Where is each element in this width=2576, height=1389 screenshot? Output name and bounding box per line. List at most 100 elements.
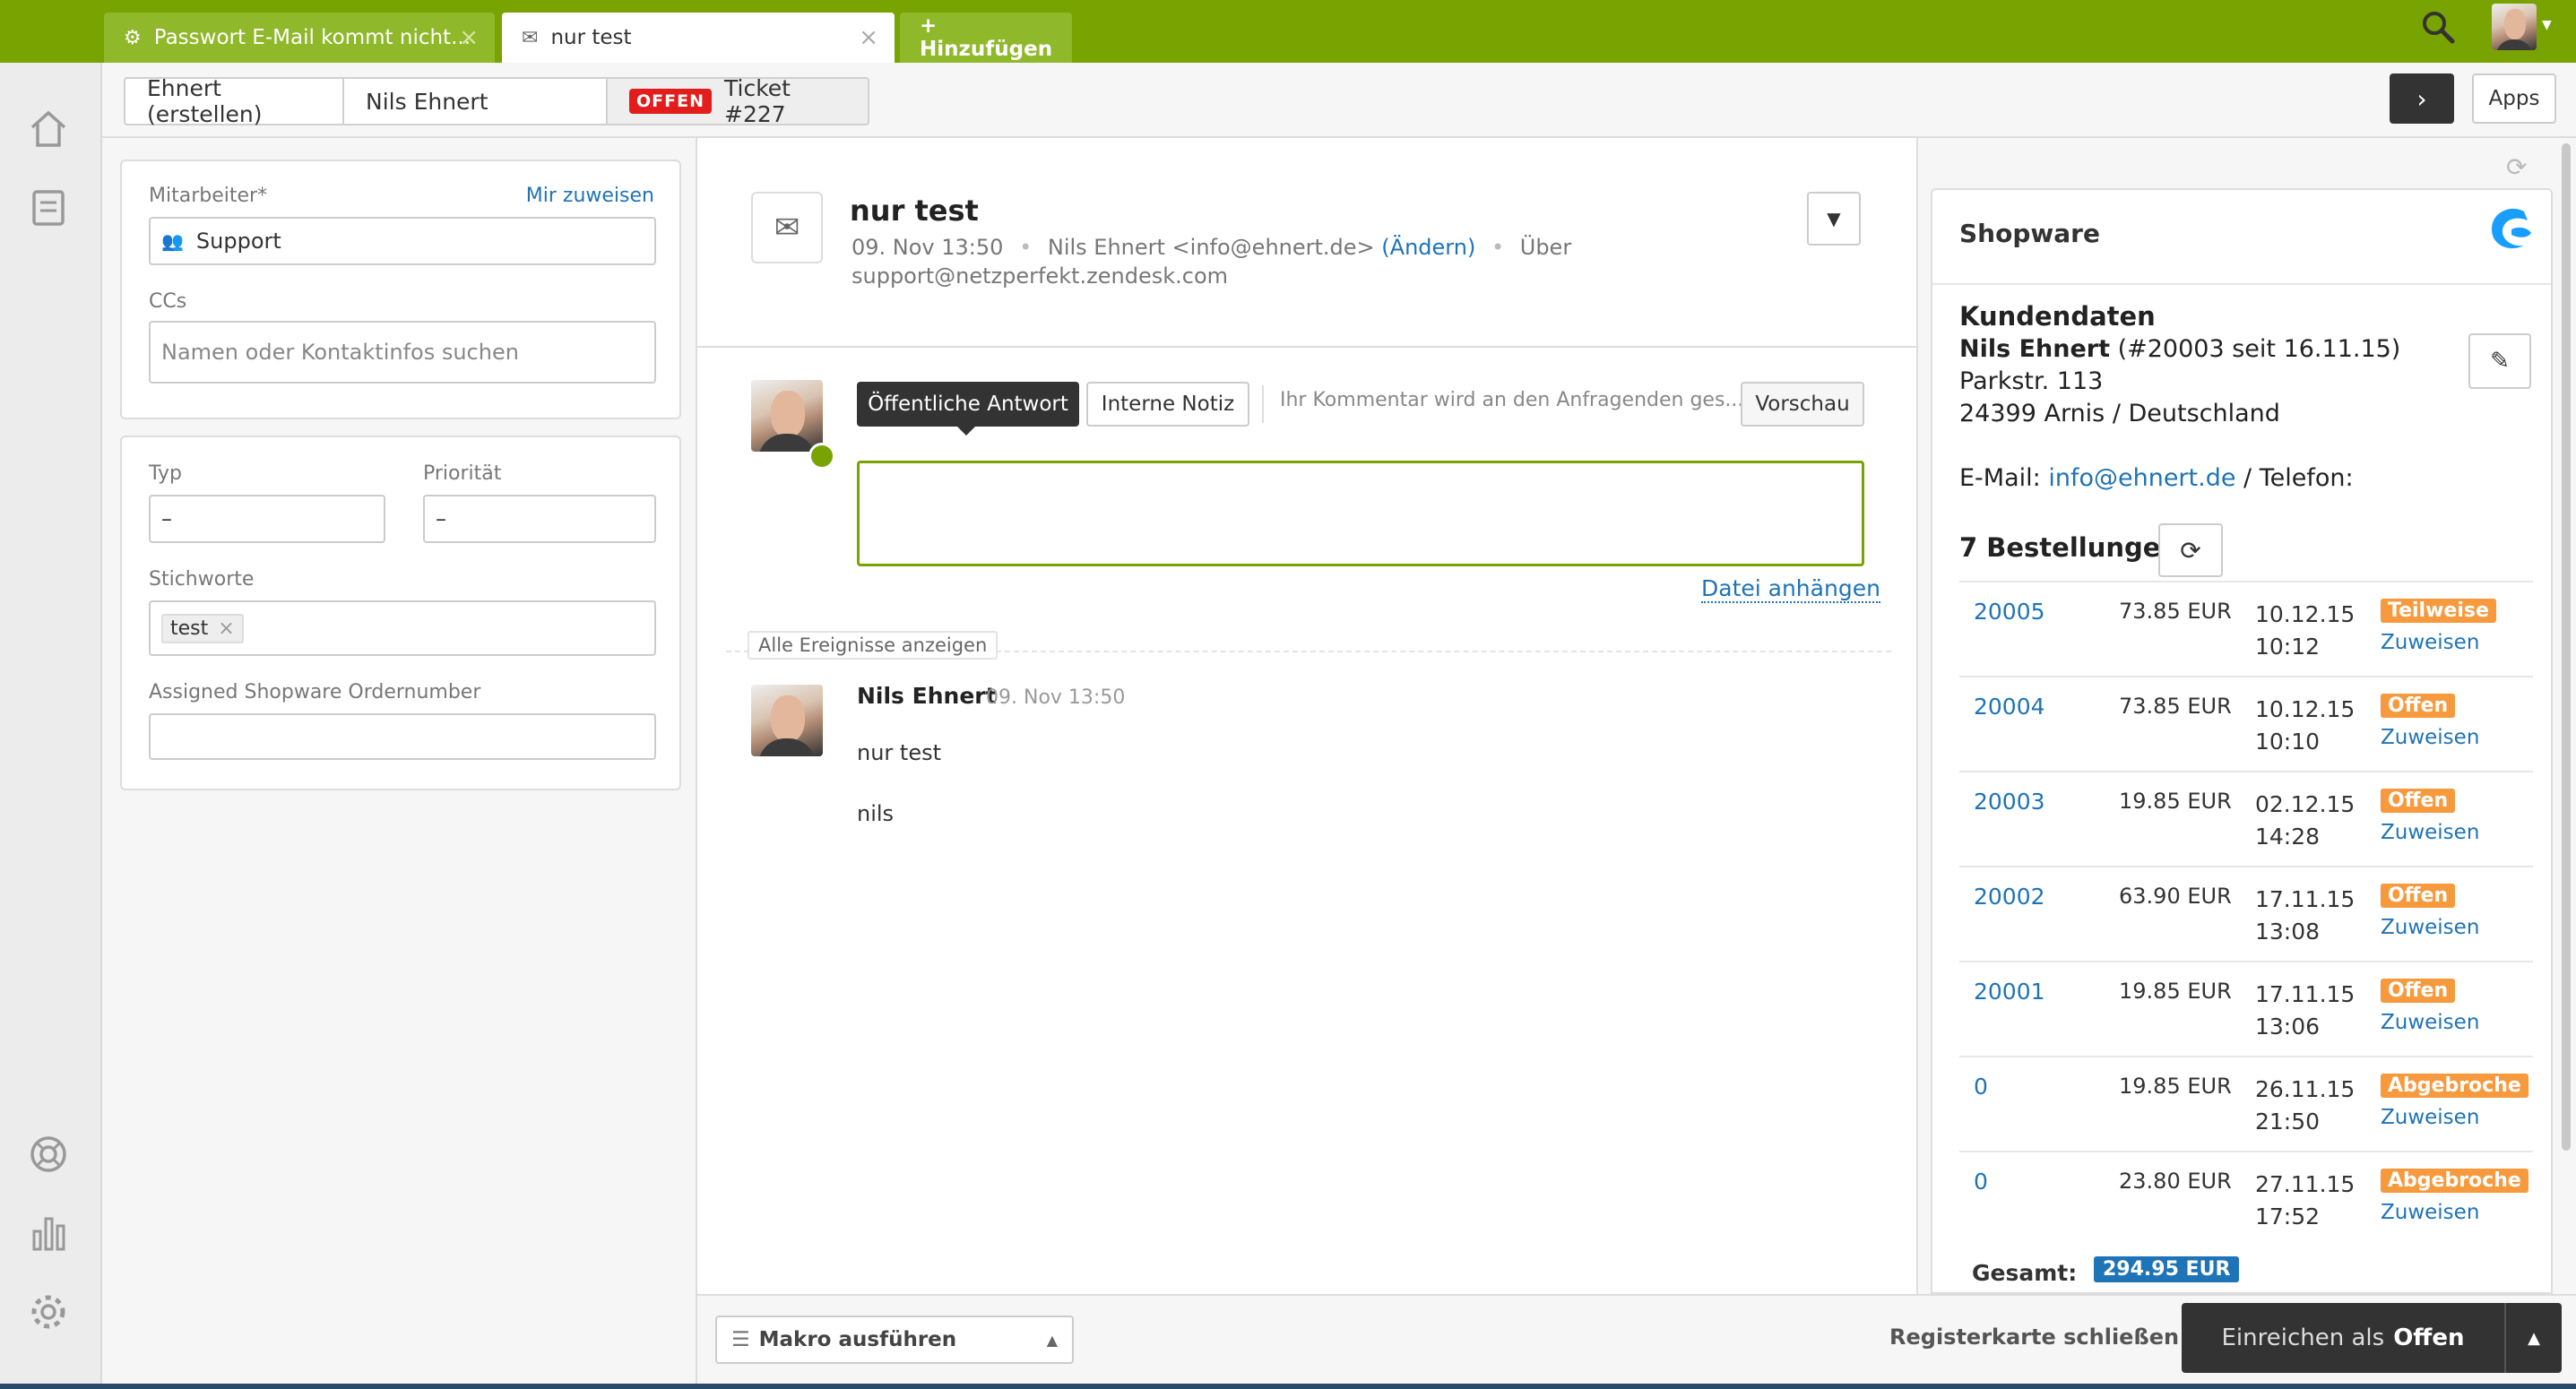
submit-status: Offen — [2393, 1324, 2465, 1351]
breadcrumb-user-label: Nils Ehnert — [366, 88, 488, 115]
submit-button[interactable]: Einreichen als Offen — [2182, 1303, 2504, 1373]
comment-author[interactable]: Nils Ehnert — [857, 683, 997, 709]
user-avatar[interactable] — [2492, 4, 2537, 50]
macro-select[interactable]: ☰ Makro ausführen ▲ — [715, 1316, 1074, 1364]
search-icon[interactable] — [2420, 9, 2456, 45]
close-icon[interactable]: × — [859, 24, 878, 51]
ccs-input[interactable]: Namen oder Kontaktinfos suchen — [149, 321, 656, 384]
order-status-badge: Offen — [2381, 979, 2456, 1003]
requester: Nils Ehnert <info@ehnert.de> — [1047, 235, 1375, 260]
breadcrumb-org[interactable]: Ehnert (erstellen) — [124, 75, 344, 127]
order-datetime: 27.11.15 17:52 — [2255, 1169, 2355, 1233]
phone-label: / Telefon: — [2243, 464, 2354, 492]
custom-field-label: Assigned Shopware Ordernumber — [149, 681, 481, 703]
reply-hint: Ihr Kommentar wird an den Anfragenden ge… — [1280, 389, 1744, 411]
add-tab-button[interactable]: + Hinzufügen — [900, 13, 1072, 63]
customer-city: 24399 Arnis / Deutschland — [1959, 400, 2280, 427]
envelope-icon: ✉ — [751, 192, 823, 263]
comment-author-avatar — [751, 685, 823, 756]
customer-name: Nils Ehnert — [1959, 335, 2110, 363]
home-icon[interactable] — [27, 108, 70, 151]
assign-me-link[interactable]: Mir zuweisen — [526, 185, 654, 207]
caret-up-icon: ▲ — [2528, 1328, 2540, 1348]
via-label: Über — [1519, 235, 1572, 260]
envelope-icon: ✉ — [522, 26, 539, 49]
email-link[interactable]: info@ehnert.de — [2048, 464, 2235, 492]
next-button[interactable]: › — [2390, 73, 2454, 124]
order-status-badge: Offen — [2381, 884, 2456, 908]
refresh-apps-icon[interactable]: ⟳ — [2506, 152, 2527, 182]
submit-prefix: Einreichen als — [2221, 1324, 2385, 1351]
tag-chip[interactable]: test × — [161, 613, 244, 643]
agent-avatar — [751, 380, 823, 452]
shopware-ordernumber-input[interactable] — [149, 713, 656, 760]
tag-label: test — [170, 617, 209, 640]
public-reply-button[interactable]: Öffentliche Antwort — [857, 382, 1079, 436]
type-value: – — [161, 506, 172, 531]
order-date: 10.12.15 — [2255, 601, 2356, 627]
assign-order-link[interactable]: Zuweisen — [2381, 821, 2479, 844]
apps-button[interactable]: Apps — [2472, 73, 2556, 124]
views-icon[interactable] — [27, 186, 70, 229]
order-datetime: 17.11.15 13:08 — [2255, 884, 2355, 948]
assign-order-link[interactable]: Zuweisen — [2381, 1201, 2479, 1224]
help-lifebuoy-icon[interactable] — [27, 1133, 70, 1176]
apps-scrollbar[interactable] — [2562, 143, 2571, 1151]
refresh-orders-button[interactable]: ⟳ — [2158, 523, 2223, 577]
preview-button[interactable]: Vorschau — [1741, 382, 1864, 427]
tags-input[interactable]: test × — [149, 600, 656, 656]
assign-order-link[interactable]: Zuweisen — [2381, 726, 2479, 749]
customer-street: Parkstr. 113 — [1959, 367, 2104, 395]
assignee-field[interactable]: 👥 Support — [149, 217, 656, 265]
all-events-toggle[interactable]: Alle Ereignisse anzeigen — [748, 631, 998, 660]
assign-order-link[interactable]: Zuweisen — [2381, 916, 2479, 939]
email-label: E-Mail: — [1959, 464, 2041, 492]
order-amount: 63.90 EUR — [2119, 884, 2232, 909]
order-amount: 19.85 EUR — [2119, 1074, 2232, 1099]
order-number-link[interactable]: 20001 — [1974, 979, 2045, 1005]
internal-note-button[interactable]: Interne Notiz — [1086, 382, 1249, 427]
close-icon[interactable]: × — [459, 24, 479, 51]
order-status-badge: Offen — [2381, 694, 2456, 718]
submit-options-button[interactable]: ▲ — [2504, 1303, 2562, 1373]
list-icon: ☰ — [731, 1328, 750, 1351]
total-value: 294.95 EUR — [2094, 1256, 2240, 1282]
order-number-link[interactable]: 20003 — [1974, 789, 2045, 815]
chevron-down-icon[interactable]: ▼ — [2542, 18, 2552, 32]
attach-file-link[interactable]: Datei anhängen — [1701, 575, 1880, 603]
public-reply-label: Öffentliche Antwort — [868, 393, 1068, 416]
order-number-link[interactable]: 20005 — [1974, 599, 2045, 625]
priority-select[interactable]: – — [423, 495, 656, 543]
order-row: 20001 19.85 EUR 17.11.15 13:06 Offen Zuweisen — [1959, 961, 2533, 1056]
order-date: 10.12.15 — [2255, 696, 2356, 722]
change-requester-link[interactable]: (Ändern) — [1381, 235, 1475, 260]
tab-passwort[interactable]: ⚙ Passwort E-Mail kommt nicht... × — [104, 13, 495, 63]
reporting-icon[interactable] — [27, 1212, 70, 1255]
tab-nur-test[interactable]: ✉ nur test × — [502, 13, 895, 63]
order-number-link[interactable]: 20002 — [1974, 884, 2045, 910]
type-select[interactable]: – — [149, 495, 385, 543]
order-number-link[interactable]: 0 — [1974, 1074, 1988, 1100]
order-number-link[interactable]: 0 — [1974, 1169, 1988, 1195]
breadcrumb-user[interactable]: Nils Ehnert — [342, 77, 608, 125]
online-status-icon — [808, 443, 835, 470]
comment-textarea[interactable] — [857, 461, 1864, 566]
assign-order-link[interactable]: Zuweisen — [2381, 1011, 2479, 1034]
ticket-date: 09. Nov 13:50 — [851, 235, 1004, 260]
ticket-fields-card: Typ – Priorität – Stichworte test × Assi… — [120, 436, 681, 790]
shopware-logo-icon — [2492, 208, 2531, 249]
order-date: 17.11.15 — [2255, 981, 2356, 1007]
breadcrumb-ticket[interactable]: OFFEN Ticket #227 — [606, 75, 869, 127]
tag-remove-icon[interactable]: × — [218, 617, 234, 640]
close-tab-button[interactable]: Registerkarte schließen ▲ — [1889, 1324, 2201, 1350]
assign-order-link[interactable]: Zuweisen — [2381, 1106, 2479, 1129]
order-time: 10:10 — [2255, 729, 2321, 755]
settings-gear-icon[interactable] — [27, 1290, 70, 1333]
edit-customer-button[interactable]: ✎ — [2468, 333, 2531, 389]
order-row: 0 19.85 EUR 26.11.15 21:50 Abgebroche Zuweise… — [1959, 1056, 2533, 1151]
assign-order-link[interactable]: Zuweisen — [2381, 631, 2479, 654]
order-status-badge: Offen — [2381, 789, 2456, 813]
order-number-link[interactable]: 20004 — [1974, 694, 2045, 720]
priority-label: Priorität — [423, 462, 502, 485]
ticket-options-dropdown[interactable]: ▼ — [1807, 192, 1861, 246]
